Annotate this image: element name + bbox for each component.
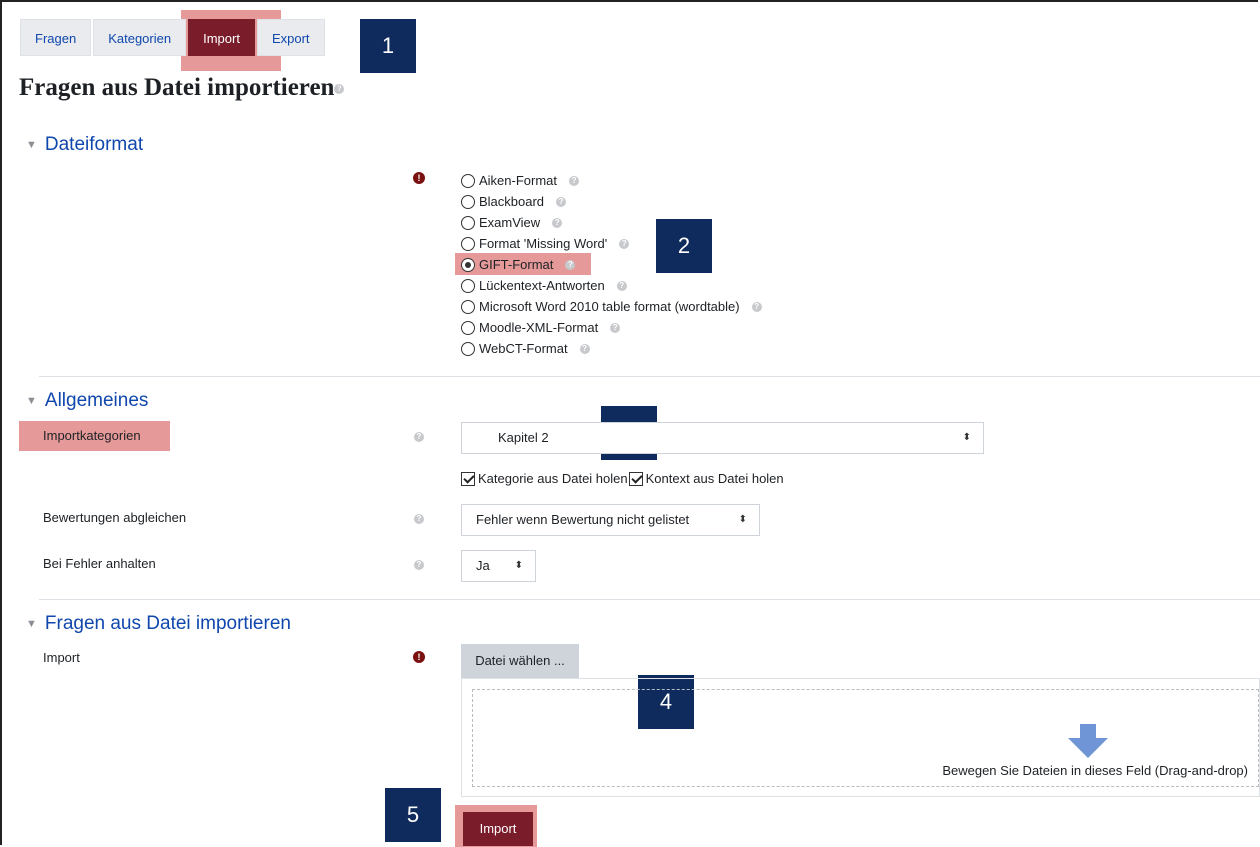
importkategorien-label: Importkategorien bbox=[43, 428, 141, 443]
file-dropzone[interactable]: Bewegen Sie Dateien in dieses Feld (Drag… bbox=[461, 678, 1260, 797]
radio-button[interactable] bbox=[461, 257, 475, 272]
import-submit-button[interactable]: Import bbox=[463, 812, 533, 846]
section-divider bbox=[39, 376, 1260, 377]
download-arrow-icon bbox=[1068, 724, 1108, 758]
radio-label: Format 'Missing Word' bbox=[479, 236, 608, 251]
help-icon[interactable]: ? bbox=[414, 560, 424, 570]
stop-on-error-select[interactable]: Ja ⬍ bbox=[461, 550, 536, 582]
checkbox-context-from-file[interactable] bbox=[628, 471, 643, 486]
tab-bar: Fragen Kategorien Import Export bbox=[20, 19, 327, 56]
radio-button[interactable] bbox=[461, 173, 475, 188]
radio-button[interactable] bbox=[461, 236, 475, 251]
grades-label: Bewertungen abgleichen bbox=[43, 510, 187, 525]
help-icon[interactable]: ? bbox=[569, 175, 580, 186]
help-icon[interactable]: ? bbox=[579, 343, 590, 354]
help-icon[interactable]: ? bbox=[619, 238, 630, 249]
help-icon[interactable]: ? bbox=[414, 432, 424, 442]
checkbox-category-label: Kategorie aus Datei holen bbox=[478, 471, 628, 486]
radio-label: Blackboard bbox=[479, 194, 545, 209]
radio-label: ExamView bbox=[479, 215, 541, 230]
help-icon[interactable]: ? bbox=[616, 280, 627, 291]
help-icon[interactable]: ? bbox=[751, 301, 762, 312]
radio-button[interactable] bbox=[461, 215, 475, 230]
select-arrow-icon: ⬍ bbox=[514, 560, 523, 571]
section-allgemeines-header[interactable]: ▼ Allgemeines bbox=[26, 390, 148, 412]
required-icon: ! bbox=[413, 172, 425, 184]
help-icon[interactable]: ? bbox=[552, 217, 563, 228]
radio-label: Aiken-Format bbox=[479, 173, 558, 188]
radio-label: WebCT-Format bbox=[479, 341, 568, 356]
collapse-triangle-icon: ▼ bbox=[26, 395, 37, 407]
tab-export[interactable]: Export bbox=[256, 19, 325, 56]
radio-missing-word[interactable]: Format 'Missing Word' ? bbox=[461, 233, 762, 254]
section-dateiformat-header[interactable]: ▼ Dateiformat bbox=[26, 134, 143, 156]
radio-webct[interactable]: WebCT-Format ? bbox=[461, 338, 762, 359]
radio-label: Microsoft Word 2010 table format (wordta… bbox=[479, 299, 740, 314]
help-icon[interactable]: ? bbox=[414, 514, 424, 524]
select-arrow-icon: ⬍ bbox=[738, 514, 747, 525]
page-title-text: Fragen aus Datei importieren bbox=[19, 74, 335, 101]
radio-button[interactable] bbox=[461, 320, 475, 335]
format-radio-list: Aiken-Format ? Blackboard ? ExamView ? F… bbox=[461, 170, 762, 359]
import-file-label: Import bbox=[43, 650, 80, 665]
radio-moodle-xml[interactable]: Moodle-XML-Format ? bbox=[461, 317, 762, 338]
radio-lueckentext[interactable]: Lückentext-Antworten ? bbox=[461, 275, 762, 296]
help-icon[interactable]: ? bbox=[610, 322, 621, 333]
context-checkboxes: Kategorie aus Datei holen Kontext aus Da… bbox=[461, 471, 784, 486]
import-category-value: Kapitel 2 bbox=[498, 430, 549, 445]
choose-file-button[interactable]: Datei wählen ... bbox=[461, 644, 579, 678]
section-dateiformat-title: Dateiformat bbox=[44, 134, 144, 155]
radio-button[interactable] bbox=[461, 341, 475, 356]
radio-button[interactable] bbox=[461, 299, 475, 314]
radio-examview[interactable]: ExamView ? bbox=[461, 212, 762, 233]
dropzone-dashed-area: Bewegen Sie Dateien in dieses Feld (Drag… bbox=[472, 689, 1259, 787]
radio-label: Lückentext-Antworten bbox=[479, 278, 605, 293]
radio-button[interactable] bbox=[461, 194, 475, 209]
tab-import[interactable]: Import bbox=[188, 19, 255, 56]
select-arrow-icon: ⬍ bbox=[962, 432, 971, 443]
radio-button[interactable] bbox=[461, 278, 475, 293]
tab-kategorien[interactable]: Kategorien bbox=[93, 19, 187, 56]
stop-on-error-label: Bei Fehler anhalten bbox=[43, 556, 156, 571]
radio-aiken[interactable]: Aiken-Format ? bbox=[461, 170, 762, 191]
required-icon: ! bbox=[413, 651, 425, 663]
radio-label: Moodle-XML-Format bbox=[479, 320, 599, 335]
radio-label: GIFT-Format bbox=[479, 257, 554, 272]
help-icon[interactable]: ? bbox=[334, 84, 345, 95]
radio-gift[interactable]: GIFT-Format ? bbox=[461, 254, 762, 275]
collapse-triangle-icon: ▼ bbox=[26, 139, 37, 151]
section-import-file-header[interactable]: ▼ Fragen aus Datei importieren bbox=[26, 613, 291, 635]
section-allgemeines-title: Allgemeines bbox=[44, 390, 149, 411]
section-divider bbox=[39, 599, 1260, 600]
grades-value: Fehler wenn Bewertung nicht gelistet bbox=[476, 512, 690, 527]
annotation-badge-5: 5 bbox=[385, 788, 441, 842]
help-icon[interactable]: ? bbox=[565, 259, 576, 270]
section-import-file-title: Fragen aus Datei importieren bbox=[44, 613, 291, 634]
grades-select[interactable]: Fehler wenn Bewertung nicht gelistet ⬍ bbox=[461, 504, 760, 536]
checkbox-category-from-file[interactable] bbox=[461, 471, 475, 486]
page-title: Fragen aus Datei importieren? bbox=[19, 74, 345, 102]
dropzone-text: Bewegen Sie Dateien in dieses Feld (Drag… bbox=[942, 763, 1248, 778]
collapse-triangle-icon: ▼ bbox=[26, 618, 37, 630]
annotation-badge-1: 1 bbox=[360, 19, 416, 73]
tab-fragen[interactable]: Fragen bbox=[20, 19, 92, 56]
stop-on-error-value: Ja bbox=[476, 558, 490, 573]
checkbox-context-label: Kontext aus Datei holen bbox=[645, 471, 784, 486]
help-icon[interactable]: ? bbox=[556, 196, 567, 207]
radio-blackboard[interactable]: Blackboard ? bbox=[461, 191, 762, 212]
radio-wordtable[interactable]: Microsoft Word 2010 table format (wordta… bbox=[461, 296, 762, 317]
import-category-select[interactable]: Kapitel 2 ⬍ bbox=[461, 422, 984, 454]
